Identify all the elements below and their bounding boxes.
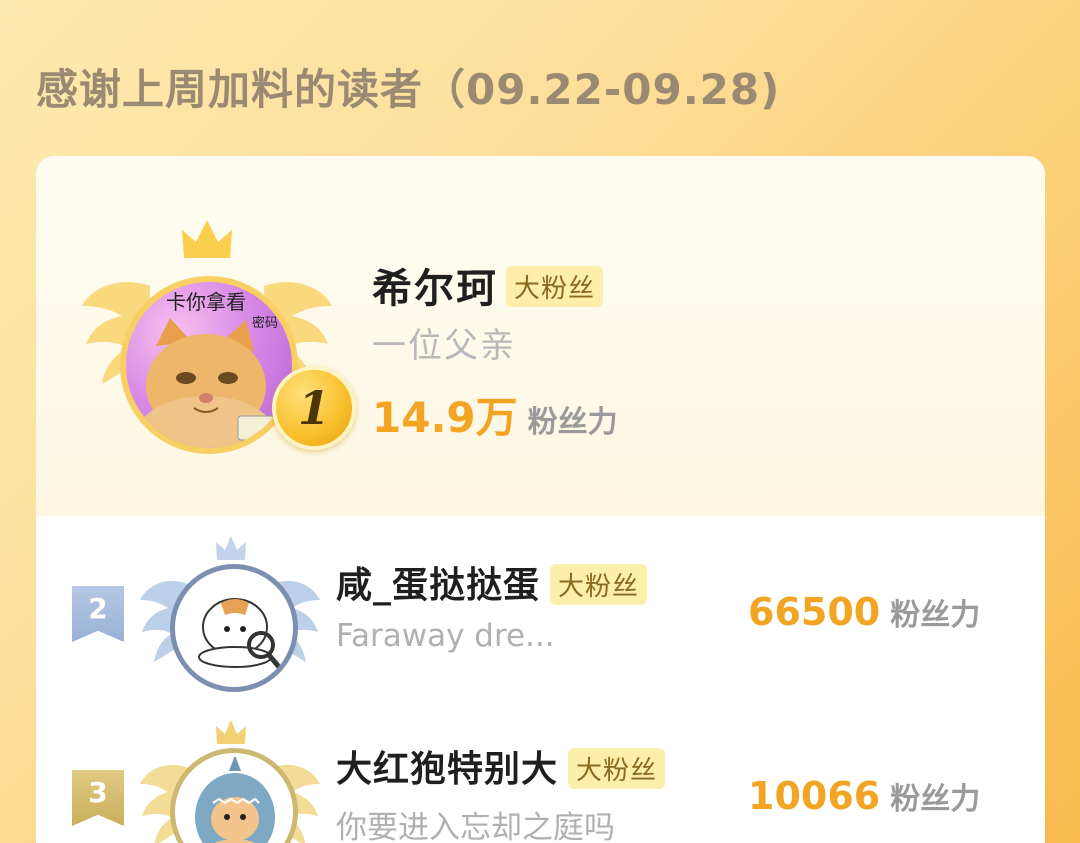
row-score: 10066 粉丝力	[748, 774, 980, 818]
fan-tag: 大粉丝	[568, 747, 666, 789]
reader-leaderboard-card: 卡你拿看 密码 是 1 希尔珂 大粉丝 一位父亲 14.9万 粉丝力 2 咸_蛋…	[36, 156, 1045, 843]
row-name-line: 咸_蛋挞挞蛋 大粉丝	[336, 556, 648, 608]
row-subtitle: 你要进入忘却之庭吗	[336, 810, 615, 843]
first-place-section[interactable]: 卡你拿看 密码 是 1 希尔珂 大粉丝 一位父亲 14.9万 粉丝力	[36, 156, 1045, 516]
row-name-line: 大红狍特别大 大粉丝	[336, 740, 666, 792]
row-score: 66500 粉丝力	[748, 590, 980, 634]
score-value: 66500	[748, 590, 881, 634]
avatar-caption-top: 卡你拿看	[166, 290, 246, 314]
leaderboard-list: 2 咸_蛋挞挞蛋 大粉丝 Faraway dre... 66500 粉丝力 3 …	[36, 516, 1045, 843]
row-avatar[interactable]	[170, 748, 298, 843]
crown-icon	[216, 720, 246, 744]
row-subtitle: Faraway dre...	[336, 618, 555, 654]
row-avatar-frame	[140, 712, 320, 843]
first-avatar-frame: 卡你拿看 密码 是 1	[82, 218, 356, 458]
rank-badge-2: 2	[72, 586, 124, 642]
fan-tag: 大粉丝	[506, 265, 604, 307]
score-value: 10066	[748, 774, 881, 818]
row-username[interactable]: 咸_蛋挞挞蛋	[336, 565, 540, 606]
score-unit: 粉丝力	[890, 782, 981, 817]
list-item[interactable]: 3 大红狍特别大 大粉丝 你要进入忘却之庭吗 10066 粉丝力	[36, 700, 1045, 843]
page-title: 感谢上周加料的读者（09.22-09.28)	[36, 65, 781, 114]
score-value: 14.9万	[372, 393, 518, 442]
shark-cat-illustration	[195, 757, 275, 843]
first-name-line: 希尔珂 大粉丝	[372, 256, 604, 314]
hamster-illustration	[198, 598, 281, 669]
row-avatar[interactable]	[170, 564, 298, 692]
avatar-caption-bottom: 是	[156, 436, 173, 454]
list-item[interactable]: 2 咸_蛋挞挞蛋 大粉丝 Faraway dre... 66500 粉丝力	[36, 516, 1045, 696]
first-subtitle: 一位父亲	[372, 326, 516, 366]
row-username[interactable]: 大红狍特别大	[336, 749, 558, 790]
rank-badge-3: 3	[72, 770, 124, 826]
row-avatar-frame	[140, 528, 320, 698]
first-score: 14.9万 粉丝力	[372, 384, 618, 445]
crown-icon	[182, 220, 232, 258]
score-unit: 粉丝力	[890, 598, 981, 633]
crown-icon	[216, 536, 246, 560]
score-unit: 粉丝力	[527, 405, 618, 440]
fan-tag: 大粉丝	[550, 563, 648, 605]
first-avatar[interactable]: 卡你拿看 密码 是	[120, 276, 298, 454]
first-username[interactable]: 希尔珂	[372, 266, 498, 312]
rank-badge-1: 1	[272, 366, 356, 450]
